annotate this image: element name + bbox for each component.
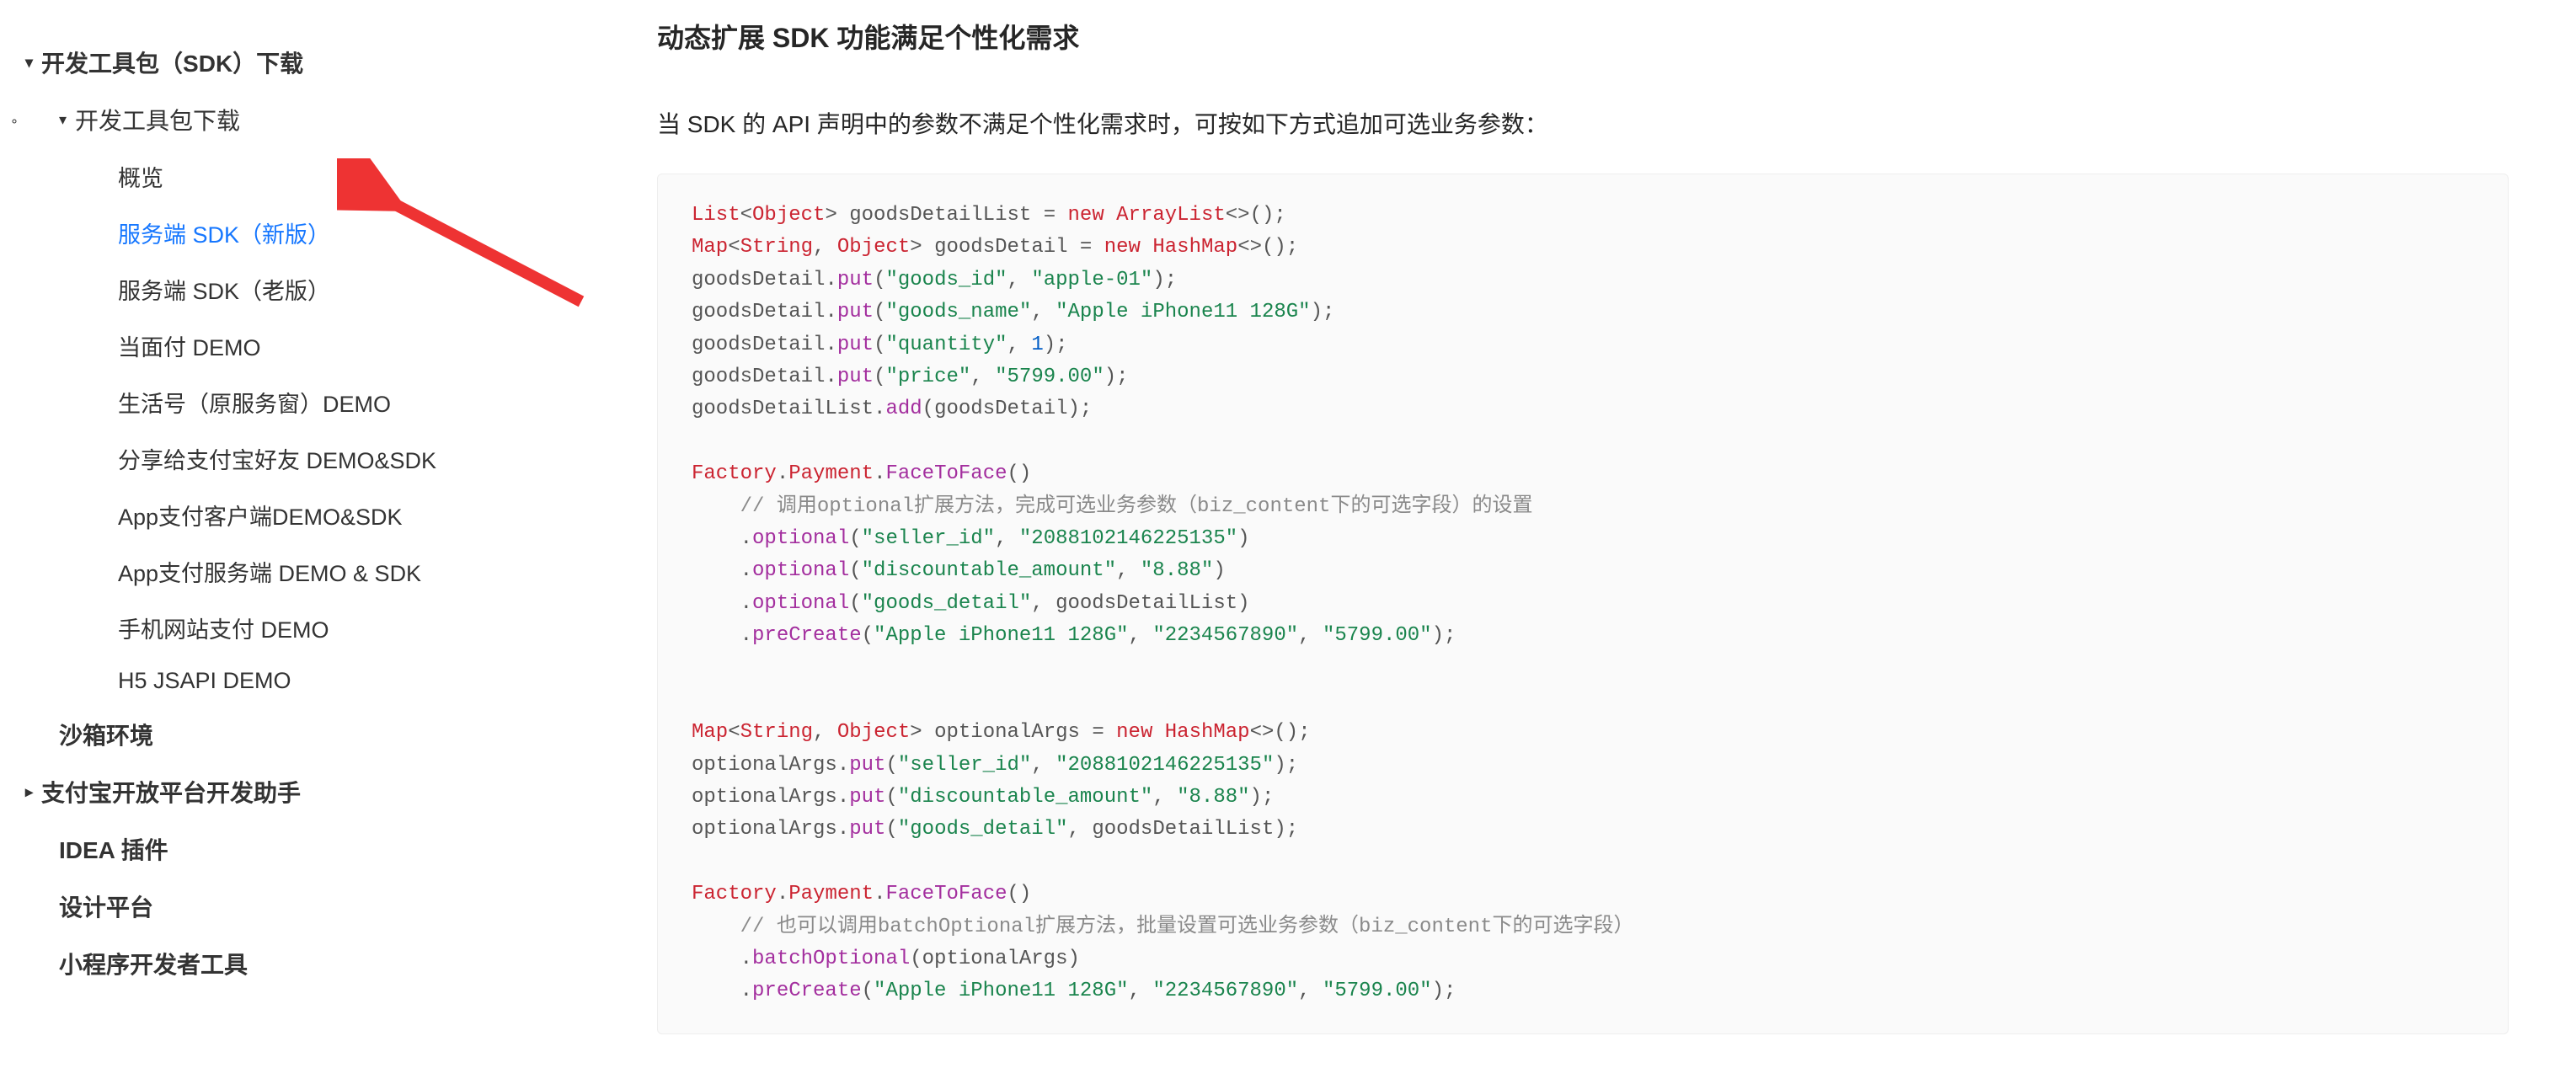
sidebar-sub-label: 开发工具包下载 (75, 103, 240, 136)
main-content: 动态扩展 SDK 功能满足个性化需求 当 SDK 的 API 声明中的参数不满足… (607, 0, 2576, 1068)
sidebar-item-sandbox[interactable]: 沙箱环境 (25, 706, 581, 763)
sidebar-root-sdk-download[interactable]: ▾ 开发工具包（SDK）下载 (25, 34, 581, 91)
caret-down-icon: ▾ (59, 111, 67, 129)
sidebar-item-design-platform[interactable]: 设计平台 (25, 878, 581, 935)
sidebar-item-open-platform-helper[interactable]: ▸ 支付宝开放平台开发助手 (25, 763, 581, 820)
code-block: List<Object> goodsDetailList = new Array… (657, 174, 2509, 1034)
sidebar-item-server-sdk-old[interactable]: 服务端 SDK（老版） (25, 261, 581, 318)
section-description: 当 SDK 的 API 声明中的参数不满足个性化需求时，可按如下方式追加可选业务… (657, 106, 2509, 140)
sidebar-item-h5-jsapi-demo[interactable]: H5 JSAPI DEMO (25, 656, 581, 706)
sidebar: ▾ 开发工具包（SDK）下载 ▾ 开发工具包下载 概览 服务端 SDK（新版） … (0, 0, 607, 1068)
sidebar-item-app-server-demo[interactable]: App支付服务端 DEMO & SDK (25, 543, 581, 600)
sidebar-item-share-demo[interactable]: 分享给支付宝好友 DEMO&SDK (25, 430, 581, 487)
sidebar-item-idea-plugin[interactable]: IDEA 插件 (25, 820, 581, 878)
section-heading: 动态扩展 SDK 功能满足个性化需求 (657, 17, 2509, 56)
sidebar-item-overview[interactable]: 概览 (25, 148, 581, 205)
sidebar-item-miniapp-devtools[interactable]: 小程序开发者工具 (25, 935, 581, 992)
caret-right-icon: ▸ (25, 783, 33, 801)
sidebar-item-f2f-demo[interactable]: 当面付 DEMO (25, 318, 581, 374)
sidebar-item-lifenum-demo[interactable]: 生活号（原服务窗）DEMO (25, 374, 581, 430)
caret-down-icon: ▾ (25, 54, 33, 72)
sidebar-sub-devkit-download[interactable]: ▾ 开发工具包下载 (25, 91, 581, 148)
sidebar-item-wap-demo[interactable]: 手机网站支付 DEMO (25, 600, 581, 656)
sidebar-item-app-client-demo[interactable]: App支付客户端DEMO&SDK (25, 487, 581, 543)
sidebar-item-server-sdk-new[interactable]: 服务端 SDK（新版） (25, 205, 581, 261)
sidebar-root-label: 开发工具包（SDK）下载 (41, 45, 303, 79)
